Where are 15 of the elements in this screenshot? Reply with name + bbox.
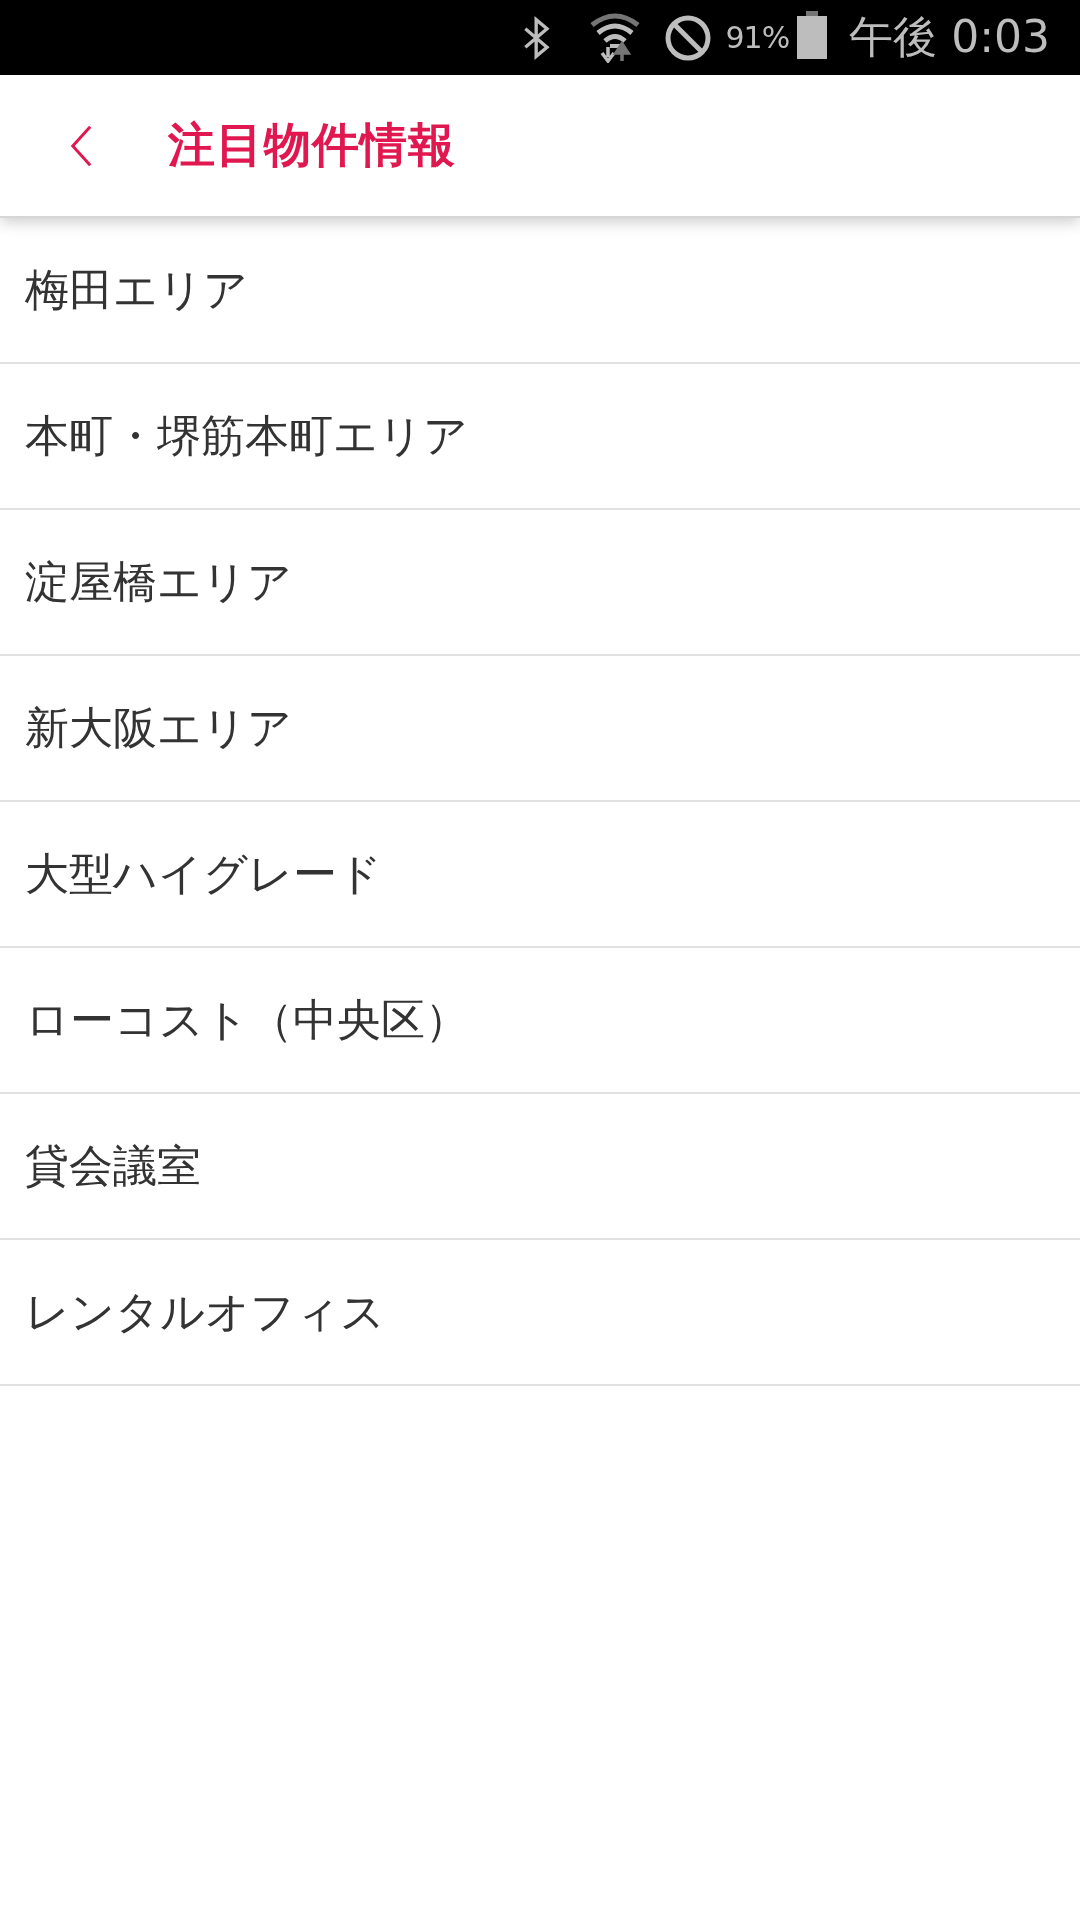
- list-item[interactable]: ローコスト（中央区）: [0, 948, 1080, 1094]
- list-item[interactable]: 大型ハイグレード: [0, 802, 1080, 948]
- page-title: 注目物件情報: [168, 116, 456, 174]
- clock-time: 午後 0:03: [849, 10, 1050, 64]
- list-item[interactable]: レンタルオフィス: [0, 1240, 1080, 1386]
- list-item[interactable]: 本町・堺筋本町エリア: [0, 364, 1080, 510]
- wifi-icon: [589, 12, 640, 63]
- do-not-disturb-icon: [663, 13, 712, 62]
- battery-percentage: 91%: [725, 20, 790, 55]
- battery-icon: [797, 10, 828, 59]
- list-item[interactable]: 梅田エリア: [0, 218, 1080, 364]
- list-item[interactable]: 貸会議室: [0, 1094, 1080, 1240]
- list-item[interactable]: 新大阪エリア: [0, 656, 1080, 802]
- list-item[interactable]: 淀屋橋エリア: [0, 510, 1080, 656]
- chevron-left-icon: [70, 123, 92, 168]
